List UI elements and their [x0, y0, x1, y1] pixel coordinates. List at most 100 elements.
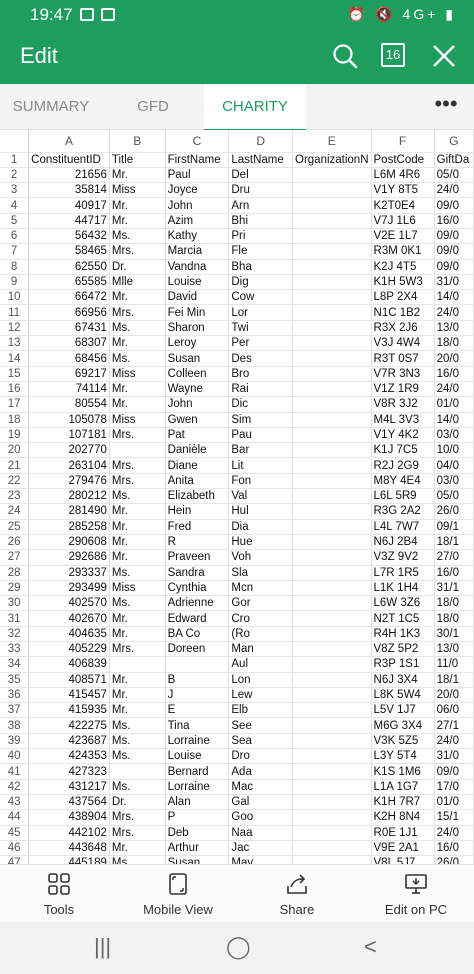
table-cell[interactable]: Arn — [228, 197, 293, 214]
table-cell[interactable]: 30/1 — [434, 626, 474, 643]
table-cell[interactable] — [292, 534, 372, 551]
table-cell[interactable]: V9E 2A1 — [371, 840, 435, 857]
table-cell[interactable] — [292, 626, 372, 643]
table-cell[interactable]: Mrs. — [109, 809, 166, 826]
table-cell[interactable]: 05/0 — [434, 167, 474, 184]
table-cell[interactable]: 21656 — [28, 167, 110, 184]
row-number[interactable]: 47 — [0, 855, 30, 864]
table-cell[interactable]: 11/0 — [434, 656, 474, 673]
table-cell[interactable] — [292, 320, 372, 337]
table-cell[interactable] — [292, 381, 372, 398]
row-number[interactable]: 40 — [0, 748, 30, 765]
row-number[interactable]: 18 — [0, 412, 30, 428]
row-number[interactable]: 37 — [0, 702, 30, 719]
row-number[interactable]: 7 — [0, 243, 30, 260]
table-cell[interactable]: V3J 4W4 — [371, 335, 435, 352]
table-cell[interactable]: Mr. — [109, 213, 166, 229]
row-number[interactable]: 25 — [0, 519, 30, 535]
table-cell[interactable]: L6L 5R9 — [371, 488, 435, 505]
table-cell[interactable]: M4L 3V3 — [371, 412, 435, 428]
table-cell[interactable]: 66472 — [28, 289, 110, 306]
table-cell[interactable]: Man — [228, 641, 293, 658]
table-cell[interactable]: L6W 3Z6 — [371, 595, 435, 612]
table-cell[interactable]: David — [165, 289, 230, 306]
table-cell[interactable]: (Ro — [228, 626, 293, 643]
table-cell[interactable]: Fon — [228, 473, 293, 490]
table-cell[interactable] — [292, 457, 372, 474]
table-cell[interactable]: Rai — [228, 381, 293, 398]
table-cell[interactable]: M8Y 4E4 — [371, 473, 435, 490]
table-cell[interactable]: Joyce — [165, 182, 230, 199]
table-cell[interactable]: 423687 — [28, 733, 110, 750]
table-cell[interactable]: Gal — [228, 794, 293, 811]
column-header-c[interactable]: C — [165, 130, 230, 153]
table-cell[interactable] — [292, 442, 372, 459]
table-cell[interactable]: L1A 1G7 — [371, 779, 435, 795]
table-cell[interactable]: Lorraine — [165, 779, 230, 795]
table-cell[interactable]: 18/0 — [434, 335, 474, 352]
table-cell[interactable]: Mac — [228, 779, 293, 795]
table-cell[interactable]: 56432 — [28, 228, 110, 245]
table-cell[interactable]: 68307 — [28, 335, 110, 352]
table-cell[interactable]: V1Y 4K2 — [371, 427, 435, 444]
table-cell[interactable] — [292, 733, 372, 750]
row-number[interactable]: 6 — [0, 228, 30, 245]
table-cell[interactable] — [292, 412, 372, 428]
table-cell[interactable]: 290608 — [28, 534, 110, 551]
table-cell[interactable]: 438904 — [28, 809, 110, 826]
table-cell[interactable]: Ms. — [109, 733, 166, 750]
table-cell[interactable]: Mrs. — [109, 825, 166, 841]
table-cell[interactable]: Voh — [228, 549, 293, 566]
table-cell[interactable]: Vandna — [165, 259, 230, 275]
table-cell[interactable]: Mr. — [109, 335, 166, 352]
tab-charity[interactable]: CHARITY — [204, 84, 306, 131]
table-cell[interactable]: 18/1 — [434, 672, 474, 688]
table-cell[interactable]: Del — [228, 167, 293, 184]
table-cell[interactable]: 17/0 — [434, 779, 474, 795]
table-cell[interactable] — [292, 763, 372, 780]
table-cell[interactable]: May — [228, 855, 293, 864]
column-header-f[interactable]: F — [371, 130, 435, 153]
row-number[interactable]: 32 — [0, 626, 30, 643]
table-cell[interactable] — [292, 228, 372, 245]
table-cell[interactable]: 24/0 — [434, 381, 474, 398]
back-icon[interactable]: < — [364, 934, 377, 960]
row-number[interactable]: 11 — [0, 304, 30, 321]
row-number[interactable]: 27 — [0, 549, 30, 566]
table-cell[interactable] — [292, 687, 372, 704]
table-cell[interactable]: BA Co — [165, 626, 230, 643]
table-cell[interactable]: Mrs. — [109, 641, 166, 658]
row-number[interactable]: 45 — [0, 825, 30, 841]
table-cell[interactable] — [292, 182, 372, 199]
table-cell[interactable]: Mcn — [228, 580, 293, 597]
row-number[interactable]: 42 — [0, 779, 30, 795]
field-header-cell[interactable]: FirstName — [165, 152, 230, 168]
row-number[interactable]: 19 — [0, 427, 30, 444]
row-number[interactable]: 1 — [0, 152, 30, 168]
table-cell[interactable]: L1K 1H4 — [371, 580, 435, 597]
table-cell[interactable]: Mrs. — [109, 457, 166, 474]
table-cell[interactable]: 26/0 — [434, 855, 474, 864]
row-number[interactable]: 13 — [0, 335, 30, 352]
table-cell[interactable]: Hein — [165, 503, 230, 520]
table-cell[interactable]: 74114 — [28, 381, 110, 398]
table-cell[interactable]: Mr. — [109, 396, 166, 413]
table-cell[interactable]: Mr. — [109, 610, 166, 627]
table-cell[interactable]: Ms. — [109, 717, 166, 734]
table-cell[interactable]: 09/1 — [434, 519, 474, 535]
row-number[interactable]: 38 — [0, 717, 30, 734]
table-cell[interactable]: 422275 — [28, 717, 110, 734]
table-cell[interactable]: Dr. — [109, 794, 166, 811]
table-cell[interactable]: N2T 1C5 — [371, 610, 435, 627]
table-cell[interactable]: 281490 — [28, 503, 110, 520]
table-cell[interactable] — [292, 427, 372, 444]
spreadsheet-table[interactable]: ABCDEFG 1 ConstituentID Title FirstName Last… — [0, 130, 474, 864]
table-cell[interactable]: M6G 3X4 — [371, 717, 435, 734]
table-cell[interactable]: Mrs. — [109, 243, 166, 260]
table-cell[interactable]: 09/0 — [434, 197, 474, 214]
table-cell[interactable]: 18/0 — [434, 595, 474, 612]
table-cell[interactable]: 31/1 — [434, 580, 474, 597]
table-cell[interactable]: Gwen — [165, 412, 230, 428]
table-cell[interactable]: Naa — [228, 825, 293, 841]
table-cell[interactable]: Mrs. — [109, 304, 166, 321]
